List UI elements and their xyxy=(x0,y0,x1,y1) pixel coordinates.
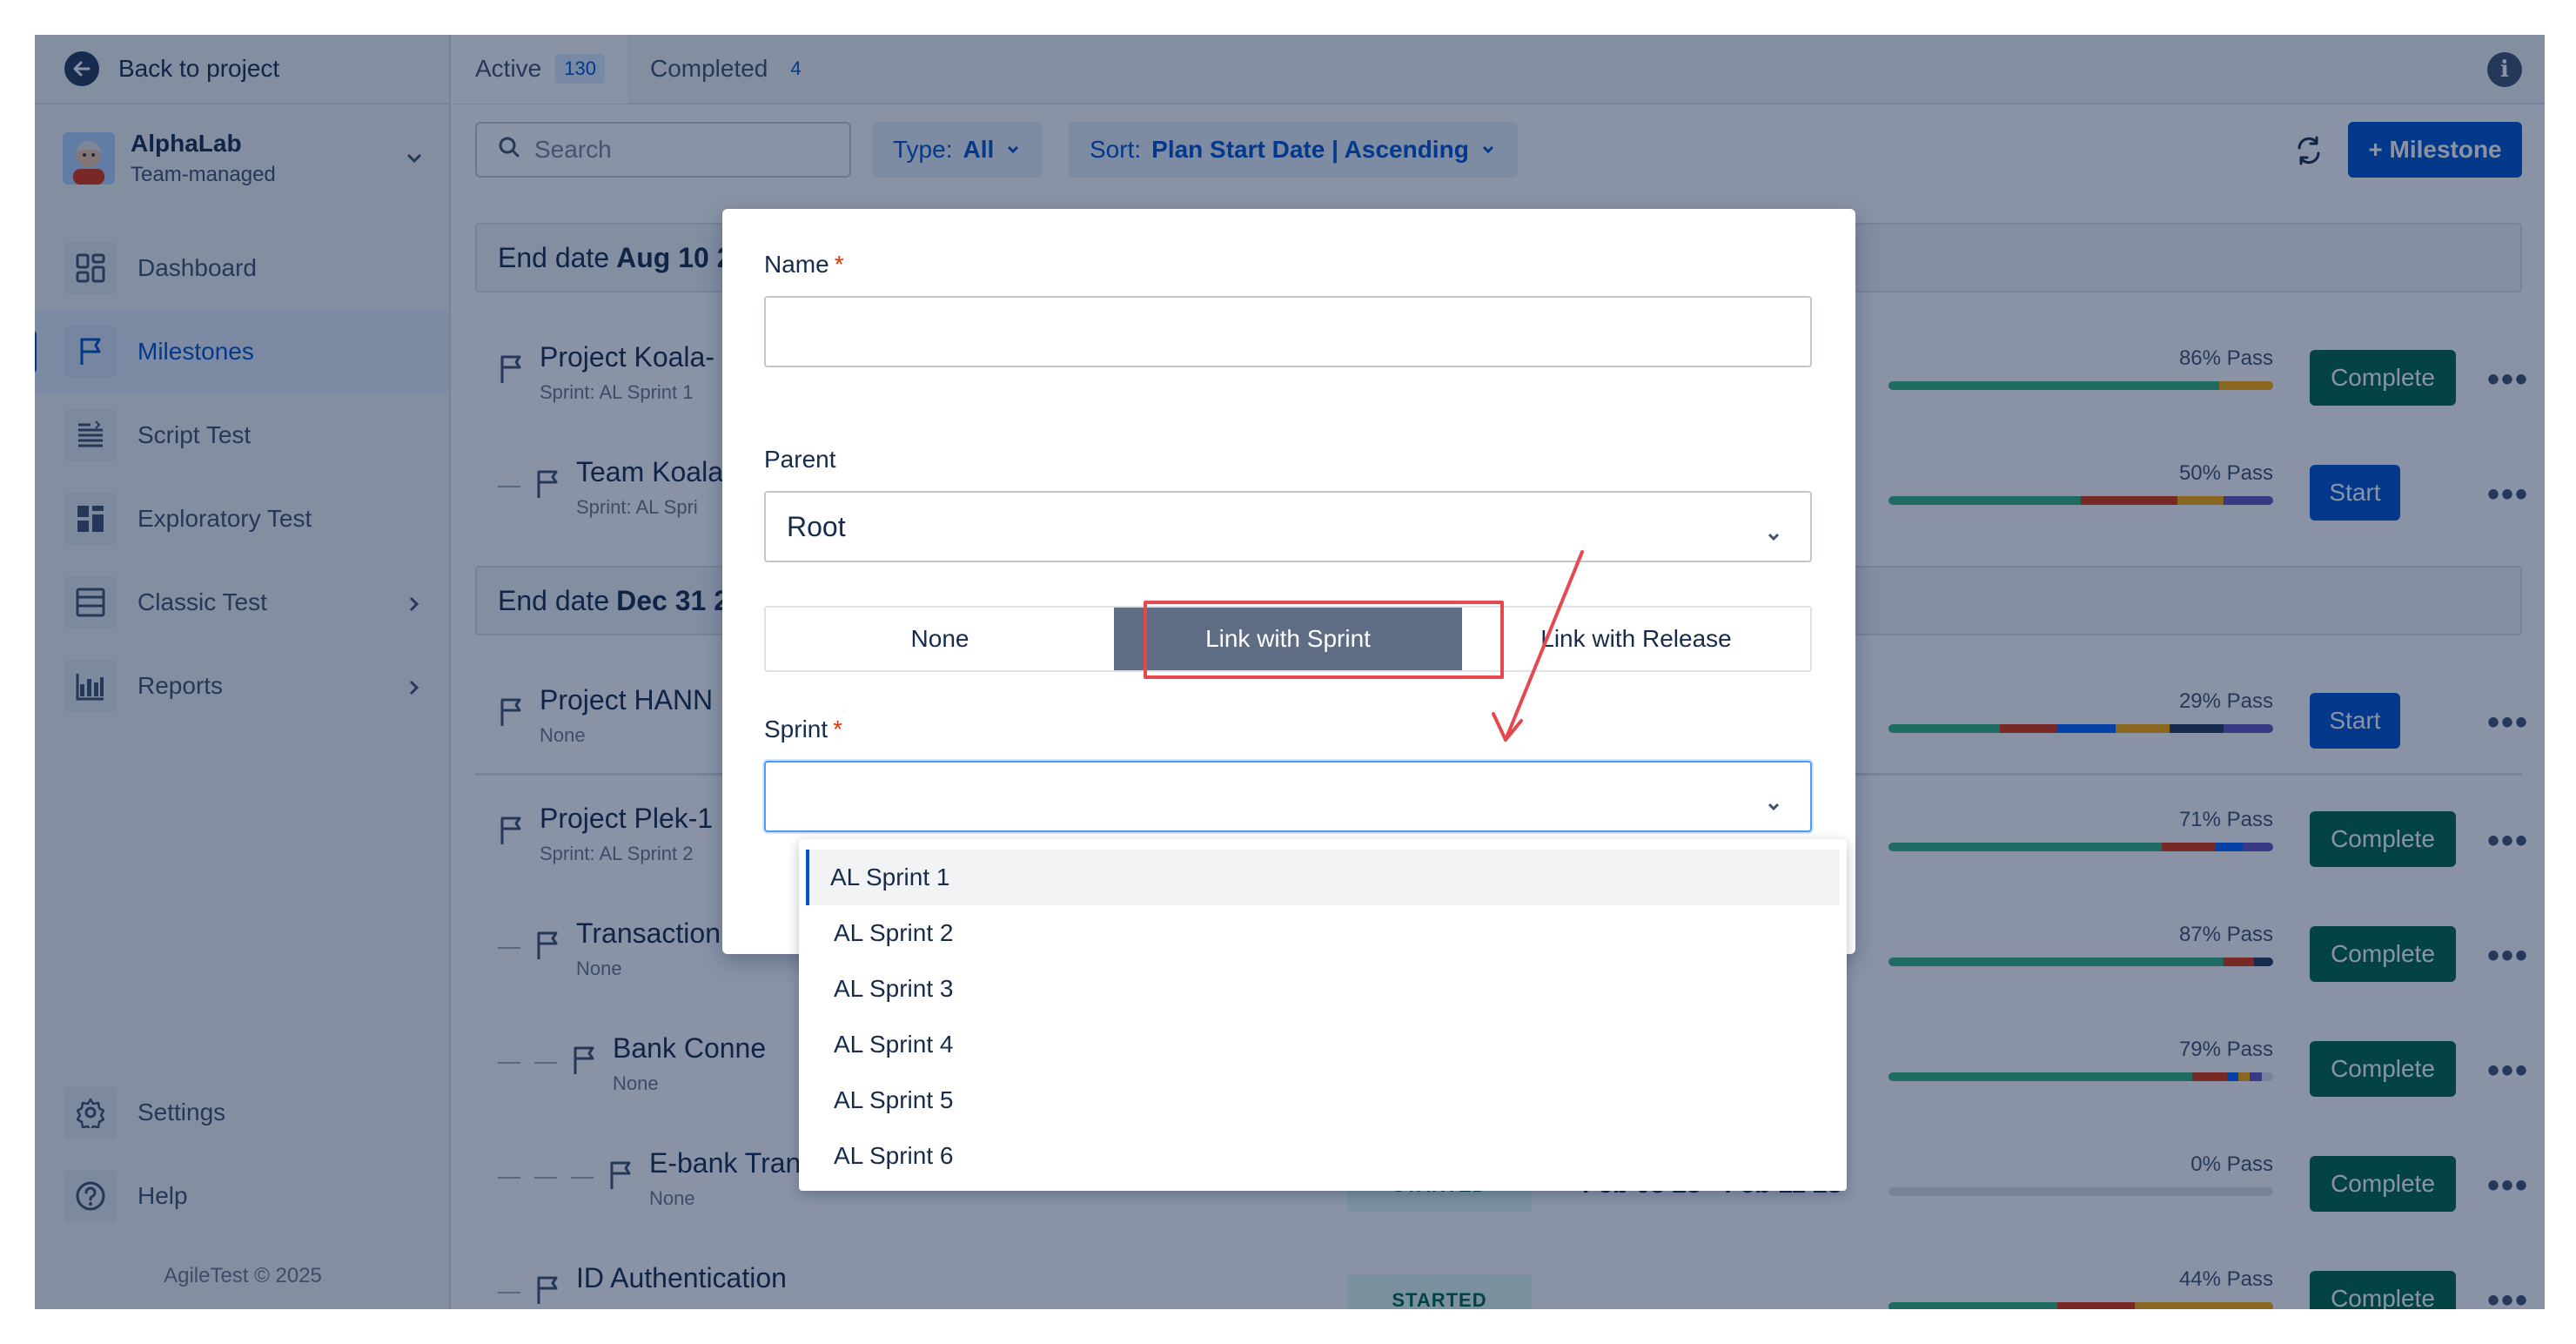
app-frame: Back to project AlphaLab Team-managed Da… xyxy=(35,35,2545,1309)
annotation-arrow-icon xyxy=(1492,550,1584,742)
